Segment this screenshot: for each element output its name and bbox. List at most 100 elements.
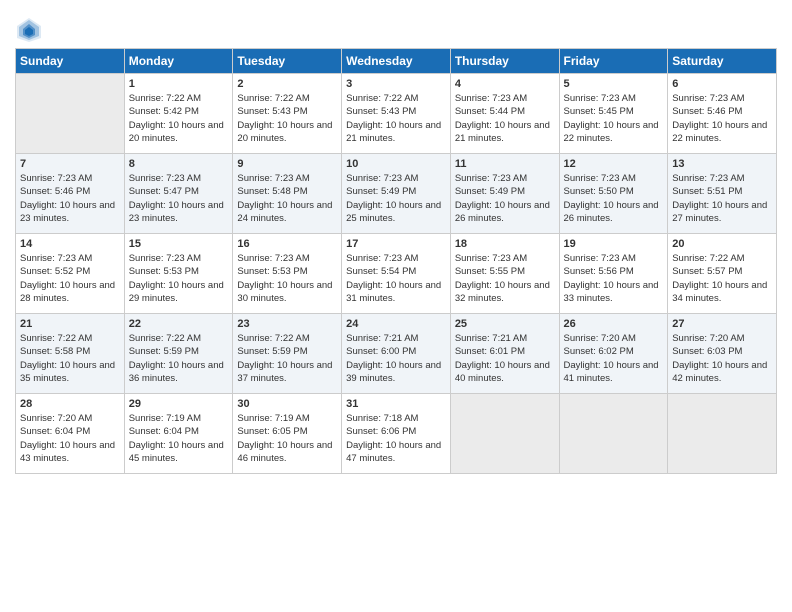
- day-number: 2: [237, 78, 337, 90]
- day-info: Sunrise: 7:22 AMSunset: 5:57 PMDaylight:…: [672, 252, 772, 305]
- logo-icon: [15, 16, 43, 44]
- day-info: Sunrise: 7:22 AMSunset: 5:43 PMDaylight:…: [237, 92, 337, 145]
- day-number: 12: [564, 158, 664, 170]
- calendar-cell: 22 Sunrise: 7:22 AMSunset: 5:59 PMDayligh…: [124, 314, 233, 394]
- day-info: Sunrise: 7:23 AMSunset: 5:48 PMDaylight:…: [237, 172, 337, 225]
- day-number: 24: [346, 318, 446, 330]
- day-number: 22: [129, 318, 229, 330]
- calendar-cell: 31Sunrise: 7:18 AMSunset: 6:06 PMDayligh…: [342, 394, 451, 474]
- day-number: 23: [237, 318, 337, 330]
- day-info: Sunrise: 7:23 AMSunset: 5:47 PMDaylight:…: [129, 172, 229, 225]
- calendar-cell: 13 Sunrise: 7:23 AMSunset: 5:51 PMDayligh…: [668, 154, 777, 234]
- calendar-cell: [16, 74, 125, 154]
- day-info: Sunrise: 7:18 AMSunset: 6:06 PMDaylight:…: [346, 412, 446, 465]
- day-number: 28: [20, 398, 120, 410]
- calendar-cell: 28 Sunrise: 7:20 AMSunset: 6:04 PMDayligh…: [16, 394, 125, 474]
- calendar-cell: 23 Sunrise: 7:22 AMSunset: 5:59 PMDayligh…: [233, 314, 342, 394]
- day-info: Sunrise: 7:23 AMSunset: 5:56 PMDaylight:…: [564, 252, 664, 305]
- day-info: Sunrise: 7:20 AMSunset: 6:03 PMDaylight:…: [672, 332, 772, 385]
- day-number: 26: [564, 318, 664, 330]
- calendar-cell: 10 Sunrise: 7:23 AMSunset: 5:49 PMDayligh…: [342, 154, 451, 234]
- day-info: Sunrise: 7:20 AMSunset: 6:02 PMDaylight:…: [564, 332, 664, 385]
- day-number: 20: [672, 238, 772, 250]
- calendar-cell: 17 Sunrise: 7:23 AMSunset: 5:54 PMDayligh…: [342, 234, 451, 314]
- header-wednesday: Wednesday: [342, 49, 451, 74]
- calendar-cell: 4 Sunrise: 7:23 AMSunset: 5:44 PMDaylight…: [450, 74, 559, 154]
- calendar-cell: 25 Sunrise: 7:21 AMSunset: 6:01 PMDayligh…: [450, 314, 559, 394]
- header-monday: Monday: [124, 49, 233, 74]
- day-number: 19: [564, 238, 664, 250]
- calendar-cell: 30Sunrise: 7:19 AMSunset: 6:05 PMDayligh…: [233, 394, 342, 474]
- calendar-cell: 26 Sunrise: 7:20 AMSunset: 6:02 PMDayligh…: [559, 314, 668, 394]
- calendar-week-3: 14Sunrise: 7:23 AMSunset: 5:52 PMDayligh…: [16, 234, 777, 314]
- header-tuesday: Tuesday: [233, 49, 342, 74]
- day-number: 27: [672, 318, 772, 330]
- day-number: 9: [237, 158, 337, 170]
- day-number: 21: [20, 318, 120, 330]
- day-info: Sunrise: 7:23 AMSunset: 5:50 PMDaylight:…: [564, 172, 664, 225]
- day-number: 17: [346, 238, 446, 250]
- day-number: 10: [346, 158, 446, 170]
- day-number: 4: [455, 78, 555, 90]
- day-info: Sunrise: 7:23 AMSunset: 5:53 PMDaylight:…: [237, 252, 337, 305]
- day-info: Sunrise: 7:22 AMSunset: 5:43 PMDaylight:…: [346, 92, 446, 145]
- day-info: Sunrise: 7:22 AMSunset: 5:58 PMDaylight:…: [20, 332, 120, 385]
- logo: [15, 16, 47, 44]
- header-friday: Friday: [559, 49, 668, 74]
- day-number: 3: [346, 78, 446, 90]
- day-info: Sunrise: 7:23 AMSunset: 5:49 PMDaylight:…: [346, 172, 446, 225]
- day-number: 11: [455, 158, 555, 170]
- calendar-cell: [668, 394, 777, 474]
- day-info: Sunrise: 7:19 AMSunset: 6:05 PMDaylight:…: [237, 412, 337, 465]
- day-info: Sunrise: 7:23 AMSunset: 5:44 PMDaylight:…: [455, 92, 555, 145]
- day-info: Sunrise: 7:22 AMSunset: 5:42 PMDaylight:…: [129, 92, 229, 145]
- calendar-cell: 6Sunrise: 7:23 AMSunset: 5:46 PMDaylight…: [668, 74, 777, 154]
- page-header: [15, 10, 777, 44]
- day-info: Sunrise: 7:21 AMSunset: 6:01 PMDaylight:…: [455, 332, 555, 385]
- calendar-cell: [559, 394, 668, 474]
- day-number: 29: [129, 398, 229, 410]
- day-info: Sunrise: 7:23 AMSunset: 5:53 PMDaylight:…: [129, 252, 229, 305]
- calendar-cell: 21 Sunrise: 7:22 AMSunset: 5:58 PMDayligh…: [16, 314, 125, 394]
- calendar-cell: 11 Sunrise: 7:23 AMSunset: 5:49 PMDayligh…: [450, 154, 559, 234]
- day-number: 16: [237, 238, 337, 250]
- day-number: 5: [564, 78, 664, 90]
- day-info: Sunrise: 7:23 AMSunset: 5:45 PMDaylight:…: [564, 92, 664, 145]
- calendar-week-4: 21 Sunrise: 7:22 AMSunset: 5:58 PMDayligh…: [16, 314, 777, 394]
- day-info: Sunrise: 7:19 AMSunset: 6:04 PMDaylight:…: [129, 412, 229, 465]
- calendar-cell: 20 Sunrise: 7:22 AMSunset: 5:57 PMDayligh…: [668, 234, 777, 314]
- day-number: 15: [129, 238, 229, 250]
- calendar-cell: 1 Sunrise: 7:22 AMSunset: 5:42 PMDaylight…: [124, 74, 233, 154]
- calendar-cell: 24 Sunrise: 7:21 AMSunset: 6:00 PMDayligh…: [342, 314, 451, 394]
- day-info: Sunrise: 7:22 AMSunset: 5:59 PMDaylight:…: [237, 332, 337, 385]
- day-info: Sunrise: 7:23 AMSunset: 5:55 PMDaylight:…: [455, 252, 555, 305]
- day-number: 1: [129, 78, 229, 90]
- day-info: Sunrise: 7:23 AMSunset: 5:51 PMDaylight:…: [672, 172, 772, 225]
- day-number: 13: [672, 158, 772, 170]
- calendar-cell: 18Sunrise: 7:23 AMSunset: 5:55 PMDayligh…: [450, 234, 559, 314]
- calendar-cell: 16 Sunrise: 7:23 AMSunset: 5:53 PMDayligh…: [233, 234, 342, 314]
- day-info: Sunrise: 7:23 AMSunset: 5:49 PMDaylight:…: [455, 172, 555, 225]
- day-info: Sunrise: 7:23 AMSunset: 5:54 PMDaylight:…: [346, 252, 446, 305]
- calendar-cell: 14Sunrise: 7:23 AMSunset: 5:52 PMDayligh…: [16, 234, 125, 314]
- calendar-cell: 2 Sunrise: 7:22 AMSunset: 5:43 PMDaylight…: [233, 74, 342, 154]
- calendar-cell: [450, 394, 559, 474]
- day-info: Sunrise: 7:23 AMSunset: 5:46 PMDaylight:…: [672, 92, 772, 145]
- calendar-table: SundayMondayTuesdayWednesdayThursdayFrid…: [15, 48, 777, 474]
- day-info: Sunrise: 7:21 AMSunset: 6:00 PMDaylight:…: [346, 332, 446, 385]
- calendar-cell: 8 Sunrise: 7:23 AMSunset: 5:47 PMDaylight…: [124, 154, 233, 234]
- day-number: 8: [129, 158, 229, 170]
- day-number: 25: [455, 318, 555, 330]
- header-saturday: Saturday: [668, 49, 777, 74]
- calendar-cell: 3 Sunrise: 7:22 AMSunset: 5:43 PMDaylight…: [342, 74, 451, 154]
- calendar-week-1: 1 Sunrise: 7:22 AMSunset: 5:42 PMDaylight…: [16, 74, 777, 154]
- day-info: Sunrise: 7:22 AMSunset: 5:59 PMDaylight:…: [129, 332, 229, 385]
- calendar-cell: 5 Sunrise: 7:23 AMSunset: 5:45 PMDaylight…: [559, 74, 668, 154]
- calendar-cell: 9 Sunrise: 7:23 AMSunset: 5:48 PMDaylight…: [233, 154, 342, 234]
- day-info: Sunrise: 7:20 AMSunset: 6:04 PMDaylight:…: [20, 412, 120, 465]
- calendar-cell: 19 Sunrise: 7:23 AMSunset: 5:56 PMDayligh…: [559, 234, 668, 314]
- calendar-week-5: 28 Sunrise: 7:20 AMSunset: 6:04 PMDayligh…: [16, 394, 777, 474]
- calendar-cell: 7Sunrise: 7:23 AMSunset: 5:46 PMDaylight…: [16, 154, 125, 234]
- calendar-cell: 29 Sunrise: 7:19 AMSunset: 6:04 PMDayligh…: [124, 394, 233, 474]
- calendar-cell: 15 Sunrise: 7:23 AMSunset: 5:53 PMDayligh…: [124, 234, 233, 314]
